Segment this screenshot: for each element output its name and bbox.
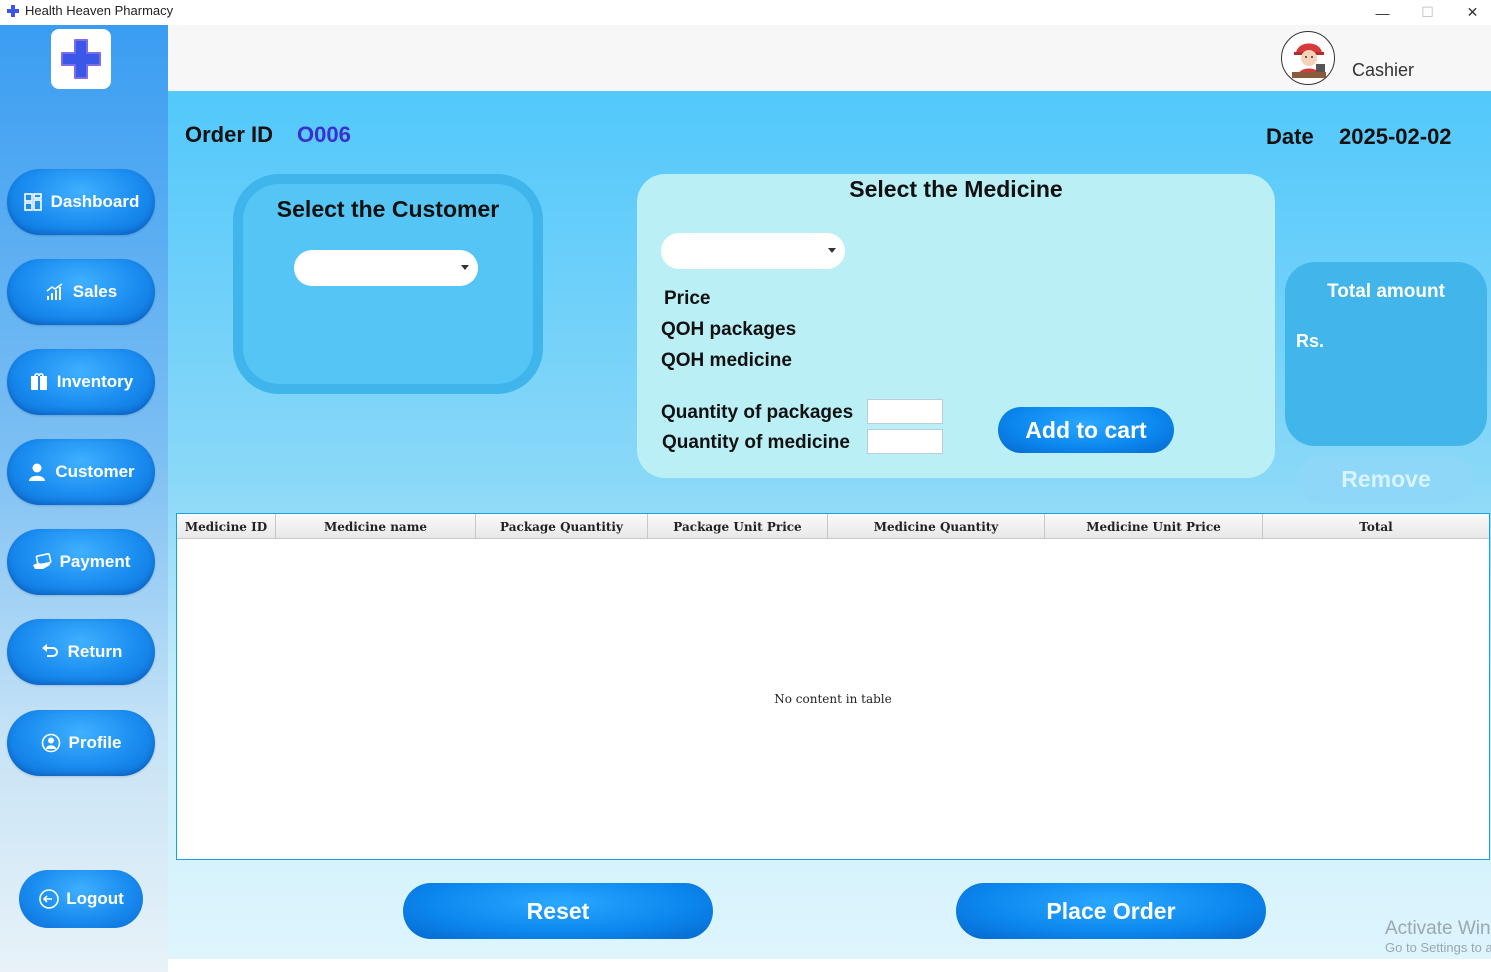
sidebar: Dashboard Sales Inventory Customer Payme… <box>0 25 168 972</box>
cashier-avatar[interactable] <box>1281 31 1335 85</box>
sidebar-item-label: Inventory <box>56 372 134 391</box>
sidebar-item-label: Sales <box>72 282 118 301</box>
app-cross-icon <box>7 5 19 17</box>
quantity-medicine-label: Quantity of medicine <box>662 432 850 453</box>
medicine-panel-title: Select the Medicine <box>849 176 1063 202</box>
column-header[interactable]: Medicine Quantity <box>828 514 1045 539</box>
column-header[interactable]: Medicine Unit Price <box>1045 514 1263 539</box>
customer-panel-title: Select the Customer <box>276 196 500 222</box>
column-header[interactable]: Medicine ID <box>177 514 276 539</box>
logout-button[interactable]: Logout <box>19 870 143 928</box>
quantity-packages-input[interactable] <box>867 399 943 424</box>
close-button[interactable]: ✕ <box>1450 0 1491 25</box>
top-header: Cashier <box>168 25 1491 91</box>
user-role-label: Cashier <box>1352 60 1415 80</box>
remove-button[interactable]: Remove <box>1298 456 1474 503</box>
medical-cross-icon <box>61 39 101 79</box>
sidebar-item-label: Dashboard <box>50 192 140 211</box>
table-header: Medicine ID Medicine name Package Quanti… <box>177 514 1489 539</box>
date-value: 2025-02-02 <box>1339 124 1452 149</box>
qoh-medicine-label: QOH medicine <box>661 350 792 371</box>
sidebar-item-customer[interactable]: Customer <box>7 439 155 505</box>
column-header[interactable]: Package Unit Price <box>648 514 828 539</box>
customer-panel: Select the Customer <box>233 174 543 394</box>
total-amount-title: Total amount <box>1327 281 1445 302</box>
profile-icon <box>41 733 60 753</box>
sidebar-item-label: Profile <box>68 733 122 752</box>
sidebar-item-label: Customer <box>55 462 135 481</box>
sidebar-item-dashboard[interactable]: Dashboard <box>7 169 155 235</box>
column-header[interactable]: Medicine name <box>276 514 476 539</box>
chevron-down-icon <box>461 265 469 270</box>
qoh-packages-label: QOH packages <box>661 319 797 340</box>
price-label: Price <box>664 288 711 309</box>
date-label: Date <box>1266 124 1314 149</box>
cashier-avatar-icon <box>1292 43 1326 78</box>
customer-select[interactable] <box>294 250 478 286</box>
main-content: Order ID O006 Date 2025-02-02 Select the… <box>168 91 1491 959</box>
cart-table[interactable]: Medicine ID Medicine name Package Quanti… <box>176 513 1490 860</box>
total-amount-value: Rs. <box>1296 331 1325 351</box>
sidebar-item-payment[interactable]: Payment <box>7 529 155 595</box>
column-header[interactable]: Package Quantitiy <box>476 514 648 539</box>
order-id-label: Order ID <box>185 122 274 147</box>
place-order-button[interactable]: Place Order <box>956 883 1266 939</box>
window-titlebar: Health Heaven Pharmacy — ☐ ✕ <box>0 0 1491 25</box>
bottom-strip <box>168 959 1491 972</box>
chevron-down-icon <box>828 248 836 253</box>
total-amount-panel: Total amount Rs. <box>1285 262 1487 446</box>
logout-icon <box>39 889 60 909</box>
inventory-box-icon <box>30 372 47 390</box>
sidebar-item-label: Payment <box>59 552 131 571</box>
sidebar-item-inventory[interactable]: Inventory <box>7 349 155 415</box>
quantity-medicine-input[interactable] <box>867 429 943 454</box>
sidebar-item-return[interactable]: Return <box>7 619 155 685</box>
logout-label: Logout <box>66 889 124 908</box>
minimize-button[interactable]: — <box>1360 0 1405 25</box>
table-empty-message: No content in table <box>774 692 892 706</box>
payment-card-icon <box>32 553 52 569</box>
sidebar-item-profile[interactable]: Profile <box>7 710 155 776</box>
sidebar-item-sales[interactable]: Sales <box>7 259 155 325</box>
sales-chart-icon <box>46 283 63 300</box>
quantity-packages-label: Quantity of packages <box>661 402 854 423</box>
pharmacy-logo <box>51 29 111 89</box>
add-to-cart-button[interactable]: Add to cart <box>998 407 1174 453</box>
column-header[interactable]: Total <box>1263 514 1489 539</box>
window-title: Health Heaven Pharmacy <box>25 3 174 18</box>
user-icon <box>29 463 46 481</box>
reset-button[interactable]: Reset <box>403 883 713 939</box>
order-id-value: O006 <box>297 122 351 147</box>
maximize-button[interactable]: ☐ <box>1405 0 1450 25</box>
dashboard-icon <box>23 193 42 211</box>
medicine-select[interactable] <box>661 233 845 269</box>
medicine-panel: Select the Medicine Price QOH packages Q… <box>637 174 1275 478</box>
activate-windows-watermark: Activate Windows Go to Settings to activ… <box>1385 918 1491 955</box>
return-arrow-icon <box>41 644 58 657</box>
sidebar-item-label: Return <box>67 642 123 661</box>
